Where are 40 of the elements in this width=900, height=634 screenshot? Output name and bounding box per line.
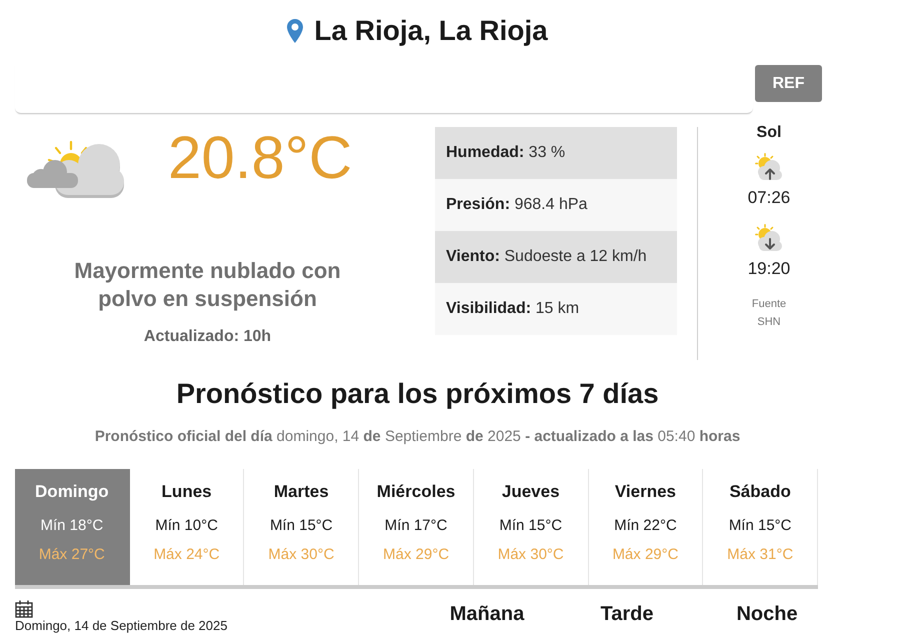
partly-cloudy-icon xyxy=(27,140,125,198)
sun-time: 07:26 xyxy=(748,188,790,208)
sun-title: Sol xyxy=(756,123,782,143)
detail-row: Presión: 968.4 hPa xyxy=(435,179,677,231)
max-temperature: Máx 30°C xyxy=(268,545,334,565)
forecast-title: Pronóstico para los próximos 7 días xyxy=(175,377,660,411)
max-temperature: Máx 31°C xyxy=(727,545,794,565)
min-temperature: Mín 18°C xyxy=(40,516,104,536)
calendar-icon xyxy=(15,600,33,618)
source-name: SHN xyxy=(757,315,781,330)
location-title: La Rioja, La Rioja xyxy=(314,14,548,48)
detail-row: Humedad: 33 % xyxy=(435,127,677,179)
max-temperature: Máx 29°C xyxy=(383,545,450,565)
min-temperature: Mín 15°C xyxy=(270,516,333,536)
max-temperature: Máx 27°C xyxy=(38,545,105,565)
location-pin-icon xyxy=(287,19,304,43)
ref-button[interactable]: REF xyxy=(755,65,822,102)
max-temperature: Máx 30°C xyxy=(498,545,564,565)
min-temperature: Mín 17°C xyxy=(384,516,448,536)
period-heading: Mañana xyxy=(448,602,526,627)
day-tab[interactable]: Domingo Mín 18°C Máx 27°C xyxy=(15,469,130,585)
temperature: 20.8°C xyxy=(168,127,352,189)
forecast-date: Domingo, 14 de Septiembre de 2025 xyxy=(15,619,228,633)
min-temperature: Mín 15°C xyxy=(728,516,792,536)
weather-description: Mayormente nublado con polvo en suspensión xyxy=(73,257,342,313)
detail-row: Visibilidad: 15 km xyxy=(435,283,677,335)
detail-row: Viento: Sudoeste a 12 km/h xyxy=(435,231,677,283)
max-temperature: Máx 29°C xyxy=(612,545,678,565)
forecast-subtitle: Pronóstico oficial del día domingo, 14 de Septiembre de 2025 - actualizado a las 05:40 horas xyxy=(94,427,742,447)
max-temperature: Máx 24°C xyxy=(154,545,220,565)
period-heading: Noche xyxy=(735,602,799,627)
sunset-icon xyxy=(755,224,783,252)
source-label: Fuente xyxy=(752,297,786,312)
min-temperature: Mín 22°C xyxy=(614,516,677,536)
sun-time: 19:20 xyxy=(748,259,790,279)
min-temperature: Mín 15°C xyxy=(499,516,562,536)
sunrise-icon xyxy=(755,153,783,181)
period-heading: Tarde xyxy=(600,602,654,627)
min-temperature: Mín 10°C xyxy=(155,516,218,536)
updated-time: Actualizado: 10h xyxy=(142,327,272,347)
